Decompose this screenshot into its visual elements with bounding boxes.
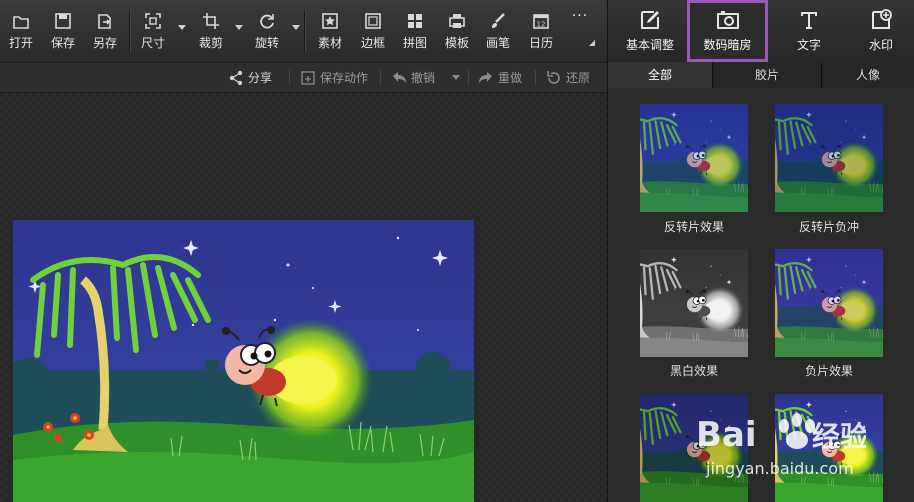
watermark-icon xyxy=(872,9,892,29)
calendar-day: 12 xyxy=(537,21,546,29)
save-action-icon xyxy=(301,70,315,85)
watermark-button[interactable]: 水印 xyxy=(851,0,911,62)
text-icon xyxy=(801,12,817,29)
tool-panel-bar: 基本调整 数码暗房 文字 水印 xyxy=(607,0,914,62)
paw-logo-icon xyxy=(779,413,815,449)
brush-label: 画笔 xyxy=(485,36,510,50)
action-divider xyxy=(535,70,536,85)
rotate-dropdown-icon[interactable] xyxy=(292,25,300,30)
effect-label: 黑白效果 xyxy=(669,364,718,378)
crop-icon xyxy=(203,13,219,29)
share-button[interactable]: 分享 xyxy=(228,63,272,92)
restore-label: 还原 xyxy=(566,71,591,85)
tab-film[interactable]: 胶片 xyxy=(713,62,822,88)
save-action-label: 保存动作 xyxy=(320,71,369,85)
rotate-button[interactable]: 旋转 xyxy=(250,0,284,62)
effect-thumbnail-negative[interactable] xyxy=(775,249,883,357)
material-button[interactable]: 素材 xyxy=(313,0,347,62)
edit-icon xyxy=(641,11,659,29)
template-label: 模板 xyxy=(444,36,469,50)
main-toolbar: 打开 保存 另存 尺寸 裁剪 旋转 素材 边框 拼图 模板 画笔 12 日历 ·… xyxy=(0,0,607,63)
text-button[interactable]: 文字 xyxy=(774,0,844,62)
collage-button[interactable]: 拼图 xyxy=(398,0,432,62)
baidu-jingyan-watermark: Bai 经验 jingyan.baidu.com xyxy=(696,413,866,478)
toolbar-divider xyxy=(129,10,130,52)
edited-photo[interactable] xyxy=(13,220,474,502)
digital-darkroom-label: 数码暗房 xyxy=(703,38,752,52)
watermark-brand-end: 经验 xyxy=(812,420,866,453)
tab-portrait[interactable]: 人像 xyxy=(822,62,914,88)
size-dropdown-icon[interactable] xyxy=(178,25,186,30)
open-icon xyxy=(13,16,29,29)
text-label: 文字 xyxy=(796,38,821,52)
star-icon xyxy=(322,13,338,29)
save-icon xyxy=(55,13,71,29)
share-label: 分享 xyxy=(248,71,273,85)
basic-adjust-label: 基本调整 xyxy=(625,38,674,52)
watermark-brand: Bai xyxy=(696,415,757,455)
redo-button[interactable]: 重做 xyxy=(478,63,522,92)
action-divider xyxy=(468,70,469,85)
undo-dropdown-icon[interactable] xyxy=(452,75,460,80)
tab-all[interactable]: 全部 xyxy=(608,62,713,88)
more-icon: ··· xyxy=(571,8,589,24)
brush-icon xyxy=(492,13,505,28)
save-action-button[interactable]: 保存动作 xyxy=(300,63,368,92)
effect-thumbnail-reversal[interactable] xyxy=(640,104,748,212)
template-button[interactable]: 模板 xyxy=(440,0,474,62)
undo-button[interactable]: 撤销 xyxy=(391,63,435,92)
share-icon xyxy=(229,70,243,85)
watermark-url: jingyan.baidu.com xyxy=(705,459,854,478)
size-button[interactable]: 尺寸 xyxy=(136,0,170,62)
collage-label: 拼图 xyxy=(402,36,427,50)
action-divider xyxy=(289,70,290,85)
effect-thumbnail-black-white[interactable] xyxy=(640,249,748,357)
calendar-label: 日历 xyxy=(528,36,553,50)
redo-icon xyxy=(479,71,492,83)
template-icon xyxy=(449,14,465,28)
border-label: 边框 xyxy=(360,36,385,50)
camera-icon xyxy=(716,11,739,29)
undo-label: 撤销 xyxy=(411,71,436,85)
save-as-label: 另存 xyxy=(92,36,117,50)
border-button[interactable]: 边框 xyxy=(356,0,390,62)
open-button[interactable]: 打开 xyxy=(4,0,38,62)
save-label: 保存 xyxy=(50,36,75,50)
size-label: 尺寸 xyxy=(140,36,165,50)
calendar-button[interactable]: 12 日历 xyxy=(524,0,558,62)
save-as-icon xyxy=(98,14,111,29)
restore-icon xyxy=(547,70,560,84)
open-label: 打开 xyxy=(8,36,33,50)
digital-darkroom-button[interactable]: 数码暗房 xyxy=(687,0,768,62)
watermark-label: 水印 xyxy=(868,38,893,52)
rotate-label: 旋转 xyxy=(254,36,279,50)
crop-button[interactable]: 裁剪 xyxy=(194,0,228,62)
toolbar-divider xyxy=(304,10,305,52)
more-button[interactable]: ··· xyxy=(565,0,595,62)
frame-icon xyxy=(365,13,381,29)
action-divider xyxy=(380,70,381,85)
calendar-icon: 12 xyxy=(533,14,549,29)
image-canvas[interactable] xyxy=(0,93,607,502)
expand-corner-icon[interactable] xyxy=(589,40,595,46)
rotate-icon xyxy=(260,14,274,29)
crop-label: 裁剪 xyxy=(198,36,223,50)
undo-icon xyxy=(393,71,406,83)
effect-thumbnail-reversal-push[interactable] xyxy=(775,104,883,212)
action-bar: 分享 保存动作 撤销 重做 还原 xyxy=(0,63,607,93)
effect-label: 反转片负冲 xyxy=(798,220,859,234)
crop-dropdown-icon[interactable] xyxy=(235,25,243,30)
redo-label: 重做 xyxy=(498,71,523,85)
effect-label: 反转片效果 xyxy=(663,220,724,234)
save-button[interactable]: 保存 xyxy=(46,0,80,62)
resize-icon xyxy=(145,13,161,29)
effect-label: 负片效果 xyxy=(804,364,853,378)
grid-icon xyxy=(408,14,422,28)
restore-button[interactable]: 还原 xyxy=(546,63,590,92)
basic-adjust-button[interactable]: 基本调整 xyxy=(614,0,686,62)
material-label: 素材 xyxy=(317,36,342,50)
save-as-button[interactable]: 另存 xyxy=(88,0,122,62)
brush-button[interactable]: 画笔 xyxy=(481,0,515,62)
effect-tabs: 全部 胶片 人像 xyxy=(608,62,914,88)
